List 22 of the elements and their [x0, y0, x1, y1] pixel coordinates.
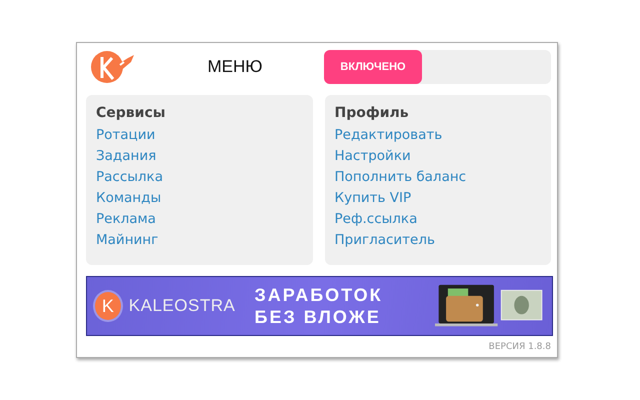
ad-banner[interactable]: K KALEOSTRA ЗАРАБОТОК БЕЗ ВЛОЖЕ	[86, 276, 553, 336]
menu-link[interactable]: Команды	[96, 188, 162, 209]
brand-logo: K	[93, 290, 123, 322]
menu-link[interactable]: Настройки	[334, 146, 411, 167]
menu-link[interactable]: Реф.ссылка	[334, 209, 418, 230]
menu-link[interactable]: Задания	[96, 146, 156, 167]
menu-link[interactable]: Ротации	[96, 125, 156, 146]
menu-link[interactable]: Пополнить баланс	[334, 167, 466, 188]
rocket-logo-icon	[90, 49, 136, 85]
section-title: Профиль	[334, 104, 410, 123]
menu-link[interactable]: Реклама	[96, 209, 156, 230]
banner-headline: ЗАРАБОТОК БЕЗ ВЛОЖЕ	[254, 284, 384, 328]
section-title: Сервисы	[96, 104, 166, 123]
menu-link[interactable]: Редактировать	[334, 125, 442, 146]
brand-name: KALEOSTRA	[128, 296, 236, 316]
menu-link[interactable]: Рассылка	[96, 167, 163, 188]
enabled-toggle[interactable]: ВКЛЮЧЕНО	[324, 50, 551, 84]
menu-link[interactable]: Майнинг	[96, 230, 158, 251]
menu-link[interactable]: Купить VIP	[334, 188, 412, 209]
menu-link[interactable]: Пригласитель	[334, 230, 435, 251]
version-label: ВЕРСИЯ 1.8.8	[488, 342, 551, 352]
menu-title: МЕНЮ	[206, 57, 264, 77]
